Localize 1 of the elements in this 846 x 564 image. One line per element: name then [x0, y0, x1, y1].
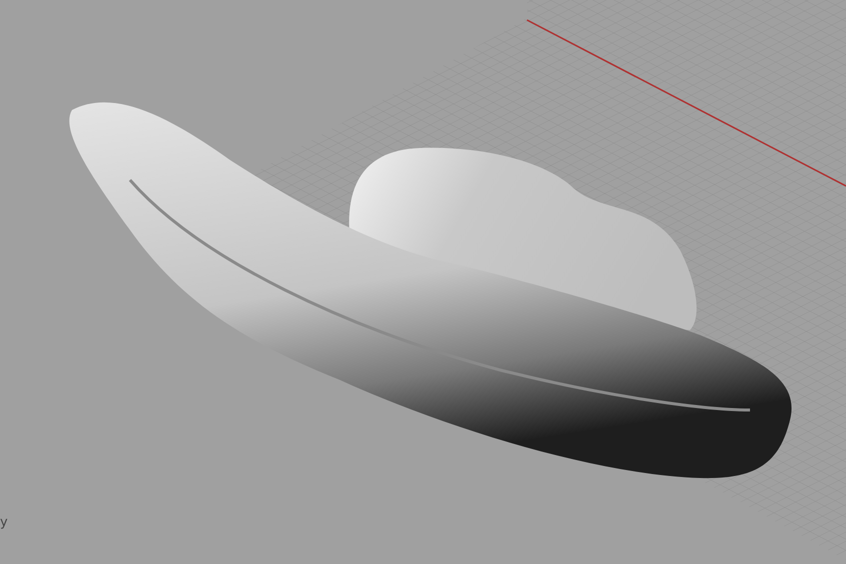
axis-label: y: [0, 515, 9, 530]
